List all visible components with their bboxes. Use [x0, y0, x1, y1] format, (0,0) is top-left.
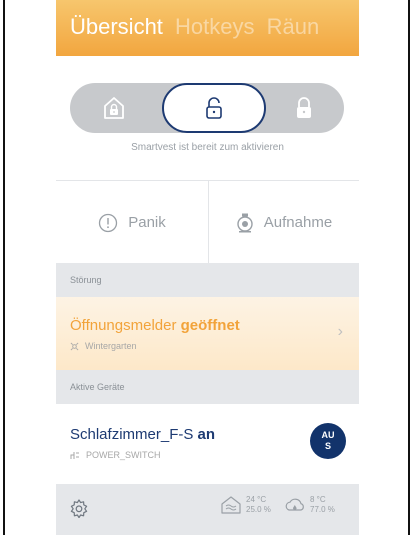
device-title: Schlafzimmer_F-S an	[70, 426, 215, 443]
camera-icon	[237, 213, 253, 232]
device-type: POWER_SWITCH	[70, 450, 161, 460]
record-button[interactable]: Aufnahme	[209, 181, 359, 264]
frame-left-border	[3, 0, 5, 535]
device-toggle-badge[interactable]: AU S	[310, 423, 346, 459]
gear-icon	[70, 499, 88, 519]
record-label: Aufnahme	[263, 214, 333, 231]
panic-label: Panik	[128, 214, 166, 231]
device-name: Schlafzimmer_F-S	[70, 426, 194, 443]
power-switch-icon	[70, 451, 79, 459]
tab-rooms[interactable]: Räun	[267, 14, 320, 40]
lock-icon	[297, 97, 311, 118]
chevron-right-icon: ›	[337, 323, 343, 340]
quick-actions: Panik Aufnahme	[56, 180, 359, 264]
home-climate-icon	[221, 496, 241, 514]
unlock-icon	[206, 97, 222, 119]
fault-alert-row[interactable]: Öffnungsmelder geöffnet Wintergarten ›	[56, 297, 359, 370]
home-mode-button[interactable]	[70, 83, 158, 133]
frame-right-border	[408, 0, 410, 535]
device-state: an	[197, 426, 216, 443]
app-screen: Übersicht Hotkeys Räun Smartvest ist ber…	[56, 0, 359, 535]
bottom-bar: 24 °C 25.0 % 8 °C 77.0 %	[56, 484, 359, 535]
outdoor-climate: 8 °C 77.0 %	[284, 495, 335, 515]
fault-section-header: Störung	[56, 263, 359, 297]
tab-bar: Übersicht Hotkeys Räun	[70, 14, 325, 40]
arm-status-text: Smartvest ist bereit zum aktivieren	[131, 142, 284, 153]
indoor-humidity: 25.0 %	[246, 505, 271, 514]
badge-line-2: S	[324, 441, 331, 451]
outdoor-humidity: 77.0 %	[310, 505, 335, 514]
indoor-temperature: 24 °C	[246, 495, 267, 504]
home-lock-icon	[104, 97, 124, 119]
alert-title: Öffnungsmelder geöffnet	[70, 317, 240, 334]
alert-device-state: geöffnet	[180, 317, 240, 334]
tab-overview[interactable]: Übersicht	[70, 14, 163, 40]
settings-button[interactable]	[69, 498, 89, 523]
indoor-climate: 24 °C 25.0 %	[220, 495, 271, 515]
header-bar: Übersicht Hotkeys Räun	[56, 0, 359, 56]
arm-section: Smartvest ist bereit zum aktivieren	[56, 56, 359, 180]
outdoor-temperature: 8 °C	[310, 495, 326, 504]
tab-hotkeys[interactable]: Hotkeys	[175, 14, 254, 40]
device-type-text: POWER_SWITCH	[86, 450, 161, 460]
alert-location-text: Wintergarten	[85, 341, 137, 351]
panic-button[interactable]: Panik	[56, 181, 208, 264]
arm-mode-button[interactable]	[264, 83, 344, 133]
badge-line-1: AU	[321, 430, 335, 440]
active-devices-header: Aktive Geräte	[56, 370, 359, 404]
disarm-mode-button[interactable]	[162, 83, 266, 133]
alert-device-name: Öffnungsmelder	[70, 317, 177, 334]
alert-location: Wintergarten	[70, 341, 137, 351]
alert-circle-icon	[99, 213, 118, 232]
arm-mode-selector	[70, 83, 344, 133]
cloud-rain-icon	[285, 498, 304, 511]
device-row[interactable]: Schlafzimmer_F-S an POWER_SWITCH AU S	[56, 404, 359, 484]
sensor-icon	[70, 342, 79, 350]
